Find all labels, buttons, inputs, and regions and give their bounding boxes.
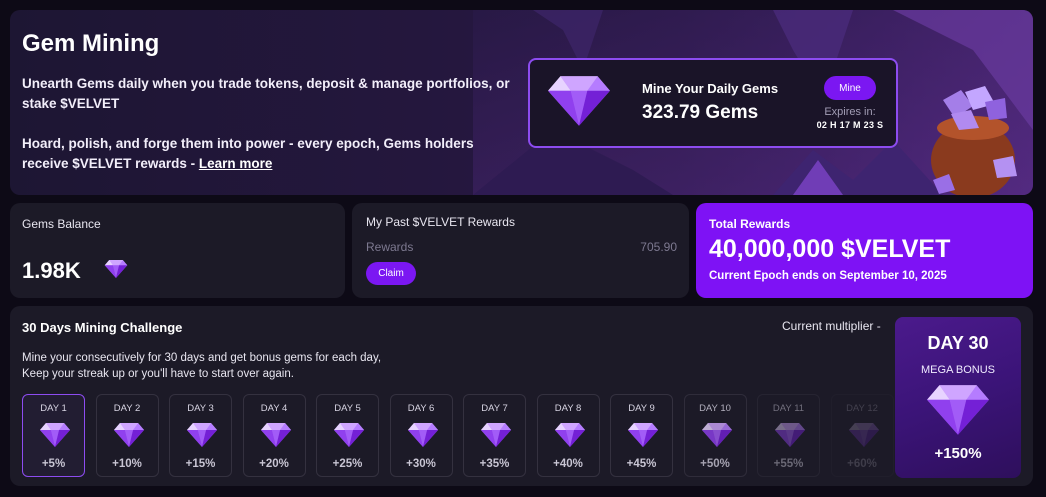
challenge-desc-line-2: Keep your streak up or you'll have to st… [22,368,294,380]
gem-icon [104,259,128,279]
challenge-description: Mine your consecutively for 30 days and … [22,350,381,382]
day-label: DAY 4 [260,403,288,414]
day-tile: DAY 9 +45% [610,394,673,477]
day-bonus: +30% [406,458,436,470]
day-bonus: +25% [332,458,363,470]
mine-daily-gems-panel: Mine Your Daily Gems 323.79 Gems Mine Ex… [528,58,898,148]
mega-bonus-value: +150% [934,445,982,462]
day-label: DAY 12 [846,403,878,414]
gem-icon [546,74,612,128]
day-label: DAY 6 [407,403,435,414]
gem-icon [39,422,71,448]
mine-button[interactable]: Mine [824,76,876,100]
challenge-title: 30 Days Mining Challenge [22,320,183,335]
hero-desc-line-1: Unearth Gems daily when you trade tokens… [22,76,510,111]
claim-button[interactable]: Claim [366,262,416,285]
mining-challenge-card: 30 Days Mining Challenge Current multipl… [10,306,1033,486]
day-tile: DAY 4 +20% [242,394,306,477]
hero-desc-line-2: Hoard, polish, and forge them into power… [22,134,522,174]
day-tile: DAY 2 +10% [95,394,159,477]
gems-balance-card: Gems Balance 1.98K [10,203,345,298]
mega-bonus-label: MEGA BONUS [921,364,995,376]
day-bonus: +15% [185,458,216,470]
past-rewards-label: My Past $VELVET Rewards [366,215,515,229]
gem-icon [554,422,586,448]
gem-icon [627,422,659,448]
day-label: DAY 11 [772,403,805,414]
day-bonus: +20% [259,458,289,470]
day-label: DAY 9 [628,403,655,414]
hero-description: Unearth Gems daily when you trade tokens… [22,74,522,194]
gem-icon [480,422,512,448]
gem-icon [925,383,991,437]
day-tile: DAY 5 +25% [316,394,379,477]
mine-title: Mine Your Daily Gems [642,81,779,96]
day-tile: DAY 7 +35% [463,394,526,477]
gem-icon [407,422,439,448]
day-bonus: +35% [479,458,510,470]
current-multiplier-label: Current multiplier - [782,319,881,333]
day-label: DAY 7 [481,403,508,414]
learn-more-link[interactable]: Learn more [199,156,273,171]
rewards-value: 705.90 [640,240,677,254]
day-label: DAY 10 [699,403,731,414]
expires-countdown: 02 H 17 M 23 S [816,120,884,130]
total-rewards-label: Total Rewards [709,217,791,231]
day-tile: DAY 3 +15% [169,394,232,477]
day-tile: DAY 11 +55% [757,394,820,477]
past-rewards-card: My Past $VELVET Rewards Rewards 705.90 C… [352,203,689,298]
day-label: DAY 2 [113,403,141,414]
day-bonus: +50% [700,458,730,470]
gem-icon [848,422,880,448]
gem-icon [701,422,733,448]
day-bonus: +5% [41,458,66,470]
day-tile: DAY 1 +5% [22,394,85,477]
day-label: DAY 5 [334,403,361,414]
challenge-desc-line-1: Mine your consecutively for 30 days and … [22,352,382,364]
gem-icon [333,422,365,448]
day-tile: DAY 6 +30% [389,394,453,477]
day-tile: DAY 10 +50% [683,394,747,477]
mega-day-label: DAY 30 [927,333,989,353]
gem-icon [260,422,292,448]
gem-icon [774,422,806,448]
mine-gems-amount: 323.79 Gems [642,102,759,123]
gem-icon [113,422,145,448]
day-label: DAY 8 [554,403,582,414]
hero-banner: Gem Mining Unearth Gems daily when you t… [10,10,1033,195]
page-title: Gem Mining [22,30,160,57]
mega-bonus-card: DAY 30 MEGA BONUS +150% [895,317,1021,478]
day-label: DAY 3 [187,403,214,414]
day-bonus: +45% [626,458,657,470]
day-bonus: +60% [847,458,877,470]
total-rewards-value: 40,000,000 $VELVET [709,235,951,263]
total-rewards-card: Total Rewards 40,000,000 $VELVET Current… [696,203,1033,298]
expires-label: Expires in: [824,106,876,118]
rewards-label: Rewards [366,240,414,254]
day-tile: DAY 12 +60% [830,394,894,477]
gems-balance-label: Gems Balance [22,217,101,231]
day-bonus: +10% [112,458,142,470]
day-label: DAY 1 [40,403,67,414]
day-bonus: +55% [773,458,804,470]
epoch-end-text: Current Epoch ends on September 10, 2025 [709,270,947,282]
day-bonus: +40% [553,458,583,470]
gem-icon [186,422,218,448]
gems-balance-value: 1.98K [22,258,81,283]
day-tile: DAY 8 +40% [536,394,600,477]
